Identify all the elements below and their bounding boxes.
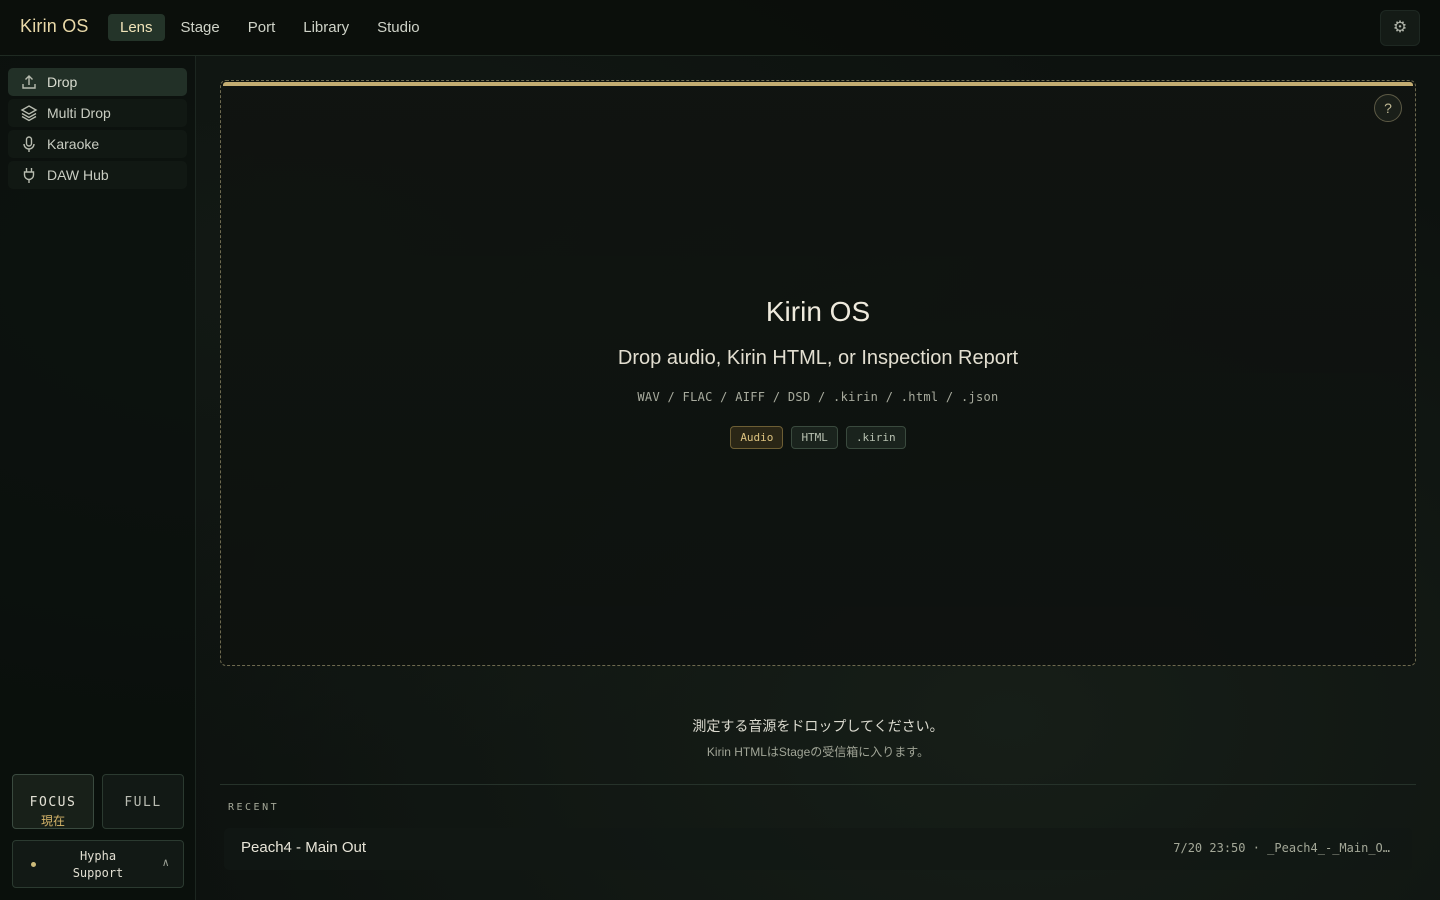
sidebar-item-label: Karaoke: [47, 136, 100, 152]
sidebar-item-multi-drop[interactable]: Multi Drop: [8, 99, 187, 127]
chip-html: HTML: [791, 426, 838, 449]
sidebar-item-label: Drop: [47, 74, 78, 90]
chip-audio: Audio: [730, 426, 784, 449]
recent-item[interactable]: Peach4 - Main Out 7/20 23:50 · _Peach4_-…: [224, 828, 1412, 870]
settings-button[interactable]: ⚙: [1380, 10, 1420, 46]
drop-hint-sub: Kirin HTMLはStageの受信箱に入ります。: [706, 745, 930, 759]
sidebar-item-drop[interactable]: Drop: [8, 68, 187, 96]
support-label-line1: Hypha: [79, 849, 117, 863]
divider: [220, 784, 1416, 785]
supported-formats: WAV / FLAC / AIFF / DSD / .kirin / .html…: [637, 390, 999, 404]
tab-library[interactable]: Library: [291, 14, 361, 41]
status-dot: [31, 862, 36, 867]
top-bar: Kirin OS Lens Stage Port Library Studio …: [0, 0, 1440, 56]
sidebar-item-daw-hub[interactable]: DAW Hub: [8, 161, 187, 189]
main-tabs: Lens Stage Port Library Studio: [108, 14, 432, 41]
chip-kirin: .kirin: [845, 426, 906, 449]
full-mode-button[interactable]: FULL: [102, 774, 184, 829]
focus-mode-button[interactable]: FOCUS 現在: [12, 774, 94, 829]
focus-mode-label: FOCUS: [29, 795, 77, 810]
sidebar-item-label: DAW Hub: [47, 167, 109, 183]
support-button[interactable]: Hypha Support ∧: [12, 840, 184, 888]
recent-item-meta: 7/20 23:50 · _Peach4_-_Main_O…: [1173, 841, 1390, 855]
microphone-icon: [20, 135, 38, 153]
drop-zone-title: Kirin OS: [765, 296, 871, 327]
focus-mode-current: 現在: [40, 814, 65, 828]
chevron-up-icon: ∧: [162, 856, 169, 869]
app-title[interactable]: Kirin OS: [20, 16, 89, 37]
tab-studio[interactable]: Studio: [365, 14, 432, 41]
format-chips: Audio HTML .kirin: [221, 426, 1415, 449]
drop-zone-accent-line: [223, 82, 1413, 86]
sidebar-item-karaoke[interactable]: Karaoke: [8, 130, 187, 158]
recent-item-name: Peach4 - Main Out: [241, 839, 367, 856]
plug-icon: [20, 166, 38, 184]
tab-lens[interactable]: Lens: [108, 14, 165, 41]
gear-icon: ⚙: [1392, 19, 1408, 36]
support-label: Hypha Support: [53, 848, 143, 882]
tab-stage[interactable]: Stage: [169, 14, 232, 41]
recent-heading: RECENT: [228, 802, 280, 813]
sidebar-item-label: Multi Drop: [47, 105, 111, 121]
drop-hint: 測定する音源をドロップしてください。: [692, 718, 944, 734]
drop-zone-subtitle: Drop audio, Kirin HTML, or Inspection Re…: [617, 347, 1019, 369]
drop-zone[interactable]: ? Kirin OS Drop audio, Kirin HTML, or In…: [220, 80, 1416, 666]
help-button[interactable]: ?: [1374, 94, 1402, 122]
full-mode-label: FULL: [124, 795, 162, 810]
support-label-line2: Support: [72, 866, 124, 880]
tab-port[interactable]: Port: [236, 14, 288, 41]
upload-icon: [20, 73, 38, 91]
layers-icon: [20, 104, 38, 122]
